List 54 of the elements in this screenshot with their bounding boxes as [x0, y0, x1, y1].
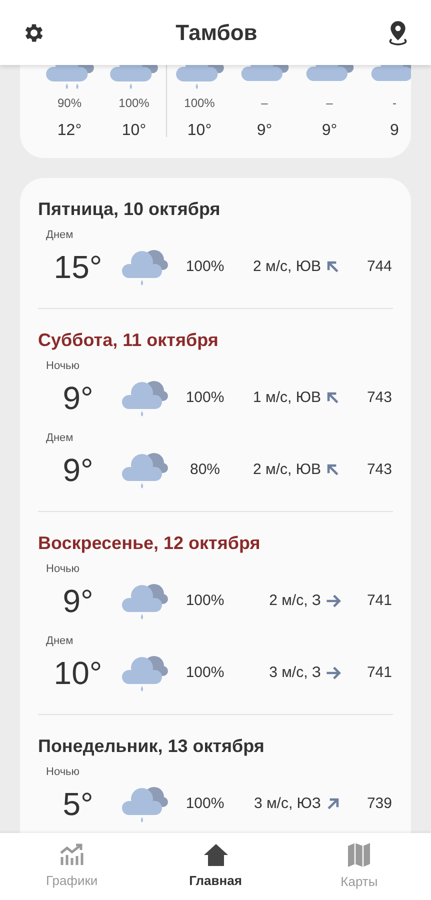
precipitation-text: 100%: [118, 96, 150, 110]
precipitation-text: –: [326, 96, 333, 110]
pressure-text: 741: [366, 662, 392, 683]
pressure-text: 743: [366, 460, 392, 480]
wind-text: 2 м/с, ЮВ: [253, 460, 321, 480]
wind-text: 2 м/с, ЮВ: [253, 256, 321, 277]
nav-tab[interactable]: Графики: [0, 833, 144, 900]
precipitation-text: 100%: [184, 388, 226, 408]
temperature-text: 9°: [62, 582, 94, 621]
period-label: Ночью: [45, 765, 81, 779]
temperature-text: 10°: [122, 122, 146, 140]
precipitation-text: 80%: [188, 460, 222, 480]
pressure-text: 739: [366, 794, 392, 814]
nav-tab[interactable]: Карты: [287, 833, 431, 900]
precipitation-text: 100%: [184, 256, 226, 277]
temperature-text: 10°: [187, 122, 212, 140]
temperature-text: 9°: [62, 451, 94, 490]
temperature-text: 5°: [62, 785, 94, 824]
map-icon: [346, 842, 372, 868]
period-label: Днем: [45, 431, 74, 445]
day-title: Суббота, 11 октября: [38, 329, 220, 351]
city-title: Тамбов: [176, 19, 258, 47]
precipitation-text: 90%: [57, 96, 82, 110]
temperature-text: 12°: [57, 122, 82, 140]
temperature-text: 9°: [256, 122, 272, 140]
wind-text: 3 м/с, З: [269, 662, 321, 683]
pressure-text: 743: [366, 388, 392, 408]
temperature-text: 9: [390, 122, 399, 140]
day-title: Воскресенье, 12 октября: [38, 532, 262, 554]
pressure-text: 741: [366, 590, 392, 611]
wind-text: 1 м/с, ЮВ: [253, 388, 321, 408]
wind-text: 3 м/с, ЮЗ: [254, 794, 321, 814]
period-label: Днем: [45, 634, 74, 648]
home-icon: [202, 842, 228, 867]
temperature-text: 10°: [52, 654, 104, 693]
nav-tab[interactable]: Главная: [144, 833, 288, 900]
precipitation-text: –: [261, 96, 268, 110]
location-pin-icon[interactable]: [386, 18, 409, 46]
temperature-text: 15°: [52, 248, 104, 287]
precipitation-text: 100%: [184, 590, 226, 611]
wind-text: 2 м/с, З: [269, 590, 321, 611]
period-label: Ночью: [45, 562, 81, 576]
period-label: Ночью: [45, 359, 81, 373]
pressure-text: 744: [366, 256, 392, 277]
temperature-text: 9°: [322, 122, 338, 140]
day-title: Пятница, 10 октября: [38, 198, 222, 220]
period-label: Днем: [45, 228, 74, 242]
precipitation-text: 100%: [184, 96, 215, 110]
precipitation-text: 100%: [184, 662, 226, 683]
precipitation-text: -: [392, 96, 396, 110]
day-title: Понедельник, 13 октября: [38, 735, 266, 757]
precipitation-text: 100%: [184, 794, 226, 814]
temperature-text: 9°: [62, 379, 94, 418]
chart-icon: [58, 842, 85, 867]
